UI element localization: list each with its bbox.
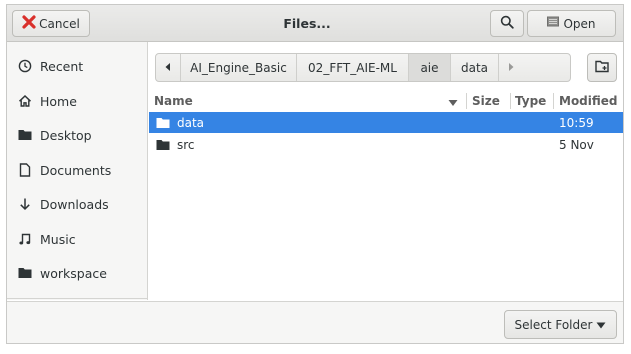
new-folder-button[interactable] bbox=[587, 53, 617, 82]
open-button[interactable]: Open bbox=[527, 10, 616, 37]
select-folder-label: Select Folder bbox=[514, 317, 593, 332]
path-crumb-02-fft-aie-ml[interactable]: 02_FFT_AIE-ML bbox=[297, 54, 409, 81]
file-row-data[interactable]: data 10:59 bbox=[149, 112, 623, 133]
folder-icon bbox=[156, 134, 170, 155]
file-modified: 10:59 bbox=[559, 115, 594, 130]
path-scroll-left-button[interactable] bbox=[156, 54, 181, 81]
column-separator bbox=[553, 93, 554, 109]
document-icon bbox=[18, 163, 32, 177]
folder-icon bbox=[156, 112, 170, 133]
path-crumb-aie[interactable]: aie bbox=[409, 54, 451, 81]
file-list-header: Name Size Type Modified bbox=[149, 90, 623, 112]
cancel-icon bbox=[22, 15, 36, 32]
sort-descending-icon bbox=[448, 96, 458, 110]
column-separator bbox=[466, 93, 467, 109]
sidebar-item-label: Recent bbox=[40, 58, 84, 74]
column-header-modified[interactable]: Modified bbox=[559, 90, 623, 112]
cancel-label: Cancel bbox=[39, 16, 80, 31]
new-folder-icon bbox=[594, 60, 610, 76]
file-modified: 5 Nov bbox=[559, 137, 594, 152]
file-chooser-dialog: Cancel Files... Open Recent Home Desktop… bbox=[6, 4, 624, 344]
sidebar-item-label: Home bbox=[40, 93, 77, 109]
folder-icon bbox=[18, 128, 32, 142]
path-scroll-right-button[interactable] bbox=[499, 54, 522, 81]
path-crumb-data[interactable]: data bbox=[451, 54, 499, 81]
sidebar-item-label: Music bbox=[40, 231, 76, 247]
sidebar-divider bbox=[7, 298, 147, 299]
sidebar-item-label: workspace bbox=[40, 265, 107, 281]
open-label: Open bbox=[563, 16, 596, 31]
dialog-title: Files... bbox=[283, 16, 331, 31]
folder-icon bbox=[18, 266, 32, 280]
music-note-icon bbox=[18, 232, 32, 246]
sidebar-item-label: Desktop bbox=[40, 127, 92, 143]
sidebar-item-label: Documents bbox=[40, 162, 112, 178]
sidebar-item-music[interactable]: Music bbox=[7, 224, 147, 254]
clock-icon bbox=[18, 59, 32, 73]
column-header-size[interactable]: Size bbox=[472, 90, 504, 112]
select-folder-dropdown[interactable]: Select Folder bbox=[504, 310, 617, 339]
search-button[interactable] bbox=[490, 10, 524, 37]
file-name: src bbox=[177, 137, 195, 152]
sidebar-item-workspace[interactable]: workspace bbox=[7, 258, 147, 288]
column-header-type[interactable]: Type bbox=[515, 90, 553, 112]
chevron-left-icon bbox=[164, 61, 172, 75]
sidebar-item-label: Downloads bbox=[40, 196, 109, 212]
sidebar-item-downloads[interactable]: Downloads bbox=[7, 189, 147, 219]
cancel-button[interactable]: Cancel bbox=[12, 10, 90, 37]
path-bar: AI_Engine_Basic 02_FFT_AIE-ML aie data bbox=[155, 53, 571, 82]
download-arrow-icon bbox=[18, 197, 32, 211]
sidebar-item-documents[interactable]: Documents bbox=[7, 155, 147, 185]
sidebar-item-desktop[interactable]: Desktop bbox=[7, 120, 147, 150]
action-bar: Select Folder bbox=[7, 301, 623, 343]
sidebar-item-home[interactable]: Home bbox=[7, 86, 147, 116]
chevron-down-icon bbox=[596, 318, 606, 332]
header-bar: Cancel Files... Open bbox=[7, 5, 623, 42]
chevron-right-icon bbox=[507, 61, 515, 75]
places-sidebar: Recent Home Desktop Documents Downloads bbox=[7, 42, 148, 300]
search-icon bbox=[500, 15, 514, 32]
home-icon bbox=[18, 94, 32, 108]
file-row-src[interactable]: src 5 Nov bbox=[149, 134, 623, 155]
sidebar-item-recent[interactable]: Recent bbox=[7, 51, 147, 81]
file-name: data bbox=[177, 115, 205, 130]
column-header-name[interactable]: Name bbox=[154, 90, 454, 112]
open-icon bbox=[547, 16, 560, 31]
column-separator bbox=[510, 93, 511, 109]
path-crumb-ai-engine-basic[interactable]: AI_Engine_Basic bbox=[181, 54, 297, 81]
